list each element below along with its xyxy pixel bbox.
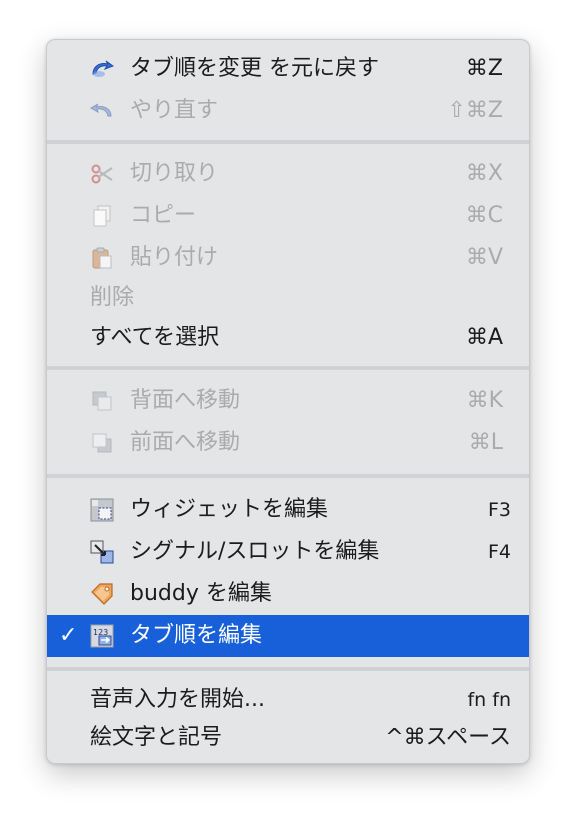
menu-item-delete[interactable]: 削除	[47, 277, 529, 319]
menu-item-copy[interactable]: コピー ⌘C	[47, 195, 529, 237]
paste-icon	[92, 247, 112, 269]
menu-item-cut[interactable]: 切り取り ⌘X	[47, 153, 529, 195]
shortcut-label: ⌘K	[466, 388, 503, 413]
shortcut-label: ⇧⌘Z	[447, 98, 503, 123]
shortcut-label: ^⌘スペース	[385, 725, 511, 750]
bring-to-front-icon	[92, 433, 112, 453]
menu-item-label: 絵文字と記号	[90, 725, 223, 750]
menu-item-label: コピー	[130, 203, 197, 228]
edit-tab-order-icon: 123	[90, 624, 114, 648]
menu-item-edit-buddies[interactable]: buddy を編集	[47, 573, 529, 615]
checkmark-icon: ✓	[59, 623, 78, 648]
menu-item-label: 音声入力を開始...	[90, 687, 265, 712]
menu-item-emoji-symbols[interactable]: 絵文字と記号 ^⌘スペース	[47, 717, 529, 759]
menu-item-edit-tab-order[interactable]: ✓ 123 タブ順を編集	[47, 615, 529, 657]
edit-signals-slots-icon	[90, 540, 114, 564]
shortcut-label: ⌘V	[465, 245, 503, 270]
menu-item-paste[interactable]: 貼り付け ⌘V	[47, 237, 529, 279]
shortcut-label: fn fn	[467, 689, 511, 711]
menu-item-select-all[interactable]: すべてを選択 ⌘A	[47, 317, 529, 359]
separator	[47, 140, 529, 144]
menu-item-label: 貼り付け	[130, 245, 219, 270]
menu-item-undo[interactable]: タブ順を変更 を元に戻す ⌘Z	[47, 48, 529, 90]
menu-item-start-dictation[interactable]: 音声入力を開始... fn fn	[47, 679, 529, 721]
redo-icon	[90, 103, 112, 117]
menu-item-edit-signals-slots[interactable]: シグナル/スロットを編集 F4	[47, 531, 529, 573]
shortcut-label: F3	[487, 499, 511, 521]
menu-item-label: タブ順を変更 を元に戻す	[130, 56, 379, 81]
shortcut-label: ⌘X	[465, 161, 503, 186]
menu-item-label: ウィジェットを編集	[130, 497, 329, 522]
shortcut-label: ⌘A	[465, 325, 503, 350]
menu-item-label: buddy を編集	[130, 581, 272, 606]
menu-item-label: シグナル/スロットを編集	[130, 539, 380, 564]
shortcut-label: F4	[487, 541, 511, 563]
shortcut-label: ⌘Z	[465, 56, 503, 81]
menu-item-bring-to-front[interactable]: 前面へ移動 ⌘L	[47, 422, 529, 464]
menu-item-label: 背面へ移動	[130, 388, 241, 413]
scissors-icon	[91, 164, 113, 184]
send-to-back-icon	[92, 391, 112, 411]
menu-item-send-to-back[interactable]: 背面へ移動 ⌘K	[47, 380, 529, 422]
shortcut-label: ⌘L	[468, 430, 503, 455]
edit-buddies-icon	[91, 583, 113, 605]
menu-item-edit-widgets[interactable]: ウィジェットを編集 F3	[47, 489, 529, 531]
edit-context-menu: タブ順を変更 を元に戻す ⌘Z やり直す ⇧⌘Z 切り取り ⌘X コピー ⌘C	[46, 39, 530, 764]
menu-item-label: すべてを選択	[90, 325, 220, 350]
undo-icon	[92, 60, 114, 77]
menu-item-label: 削除	[90, 285, 135, 310]
copy-icon	[93, 205, 111, 227]
separator	[47, 667, 529, 671]
edit-widgets-icon	[90, 498, 114, 522]
menu-item-label: 前面へ移動	[130, 430, 241, 455]
menu-item-redo[interactable]: やり直す ⇧⌘Z	[47, 90, 529, 132]
separator	[47, 366, 529, 370]
menu-item-label: やり直す	[130, 98, 219, 123]
menu-item-label: 切り取り	[130, 161, 219, 186]
menu-item-label: タブ順を編集	[130, 623, 263, 648]
separator	[47, 474, 529, 478]
shortcut-label: ⌘C	[465, 203, 503, 228]
